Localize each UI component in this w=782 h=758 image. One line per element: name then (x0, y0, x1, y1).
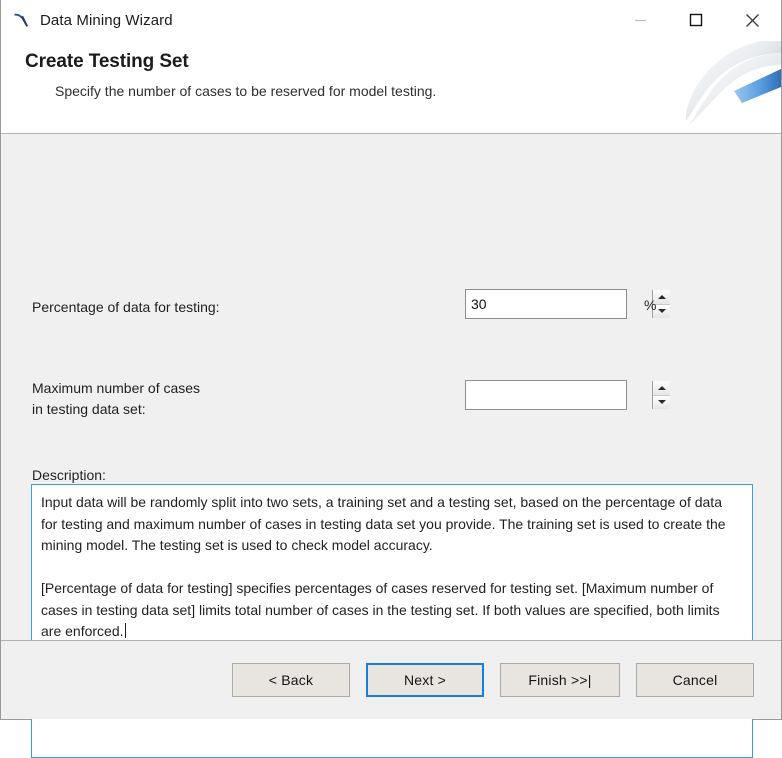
caret-up-icon (658, 295, 666, 299)
percentage-input[interactable] (466, 290, 652, 318)
text-caret (125, 623, 126, 638)
window-title: Data Mining Wizard (40, 12, 173, 29)
caret-down-icon (658, 309, 666, 313)
wizard-content: Percentage of data for testing: % Maximu… (1, 134, 781, 640)
max-cases-spinner-buttons (652, 381, 670, 409)
window-controls (611, 0, 781, 40)
percent-unit-label: % (644, 297, 656, 313)
max-cases-spinner-up-button[interactable] (653, 381, 670, 395)
description-text: Input data will be randomly split into t… (41, 492, 742, 643)
description-label: Description: (32, 465, 106, 486)
percentage-label: Percentage of data for testing: (32, 297, 220, 318)
max-cases-label: Maximum number of cases in testing data … (32, 378, 200, 420)
page-title: Create Testing Set (25, 51, 189, 73)
wizard-header: Create Testing Set Specify the number of… (1, 41, 781, 134)
page-subtitle: Specify the number of cases to be reserv… (55, 83, 436, 99)
caret-up-icon (658, 386, 666, 390)
max-cases-spinner-down-button[interactable] (653, 395, 670, 410)
close-button[interactable] (723, 0, 781, 40)
maximize-button[interactable] (669, 0, 723, 40)
minimize-button[interactable] (611, 0, 669, 40)
pickaxe-icon (10, 9, 32, 31)
caret-down-icon (658, 400, 666, 404)
back-button[interactable]: < Back (232, 663, 350, 697)
cancel-button[interactable]: Cancel (636, 663, 754, 697)
title-bar: Data Mining Wizard (1, 0, 781, 41)
decorative-swoosh-icon (656, 41, 781, 134)
max-cases-spinner[interactable] (465, 380, 627, 410)
next-button[interactable]: Next > (366, 663, 484, 697)
finish-button[interactable]: Finish >>| (500, 663, 620, 697)
wizard-footer: < Back Next > Finish >>| Cancel (1, 640, 781, 719)
percentage-spinner[interactable] (465, 289, 627, 319)
max-cases-input[interactable] (466, 381, 652, 409)
data-mining-wizard-window: Data Mining Wizard Create Testing Set Sp… (0, 0, 782, 720)
